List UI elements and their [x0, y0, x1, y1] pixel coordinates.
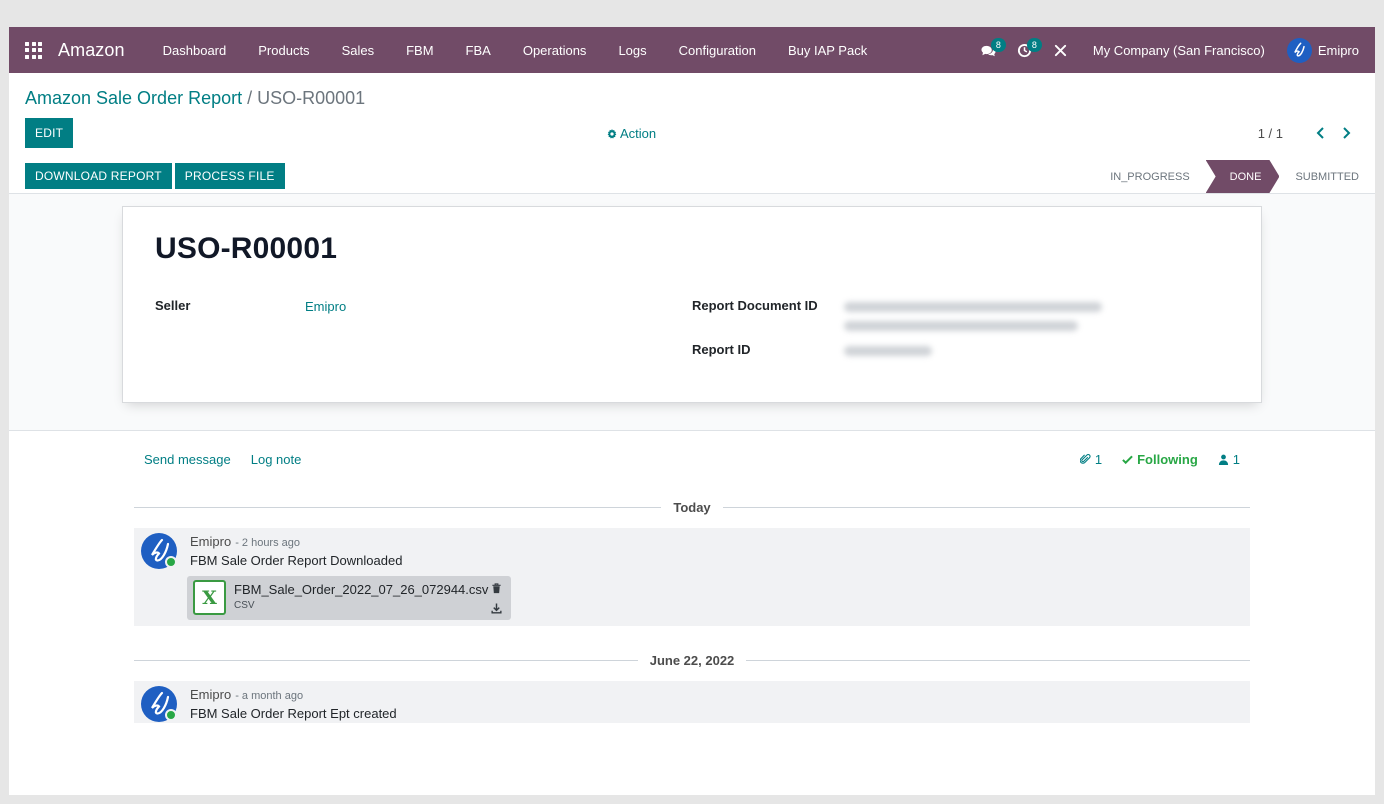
gear-icon — [607, 128, 617, 138]
report-document-id-value-redacted — [844, 302, 1102, 312]
form-sheet-background: USO-R00001 Seller Emipro Report Document… — [9, 194, 1375, 431]
user-avatar — [1286, 37, 1312, 63]
chatter-topbar-right: 1 Following 1 — [1079, 452, 1240, 467]
breadcrumb: Amazon Sale Order Report / USO-R00001 — [25, 88, 365, 109]
form-statusbar: DOWNLOAD REPORT PROCESS FILE IN_PROGRESS… — [9, 160, 1375, 194]
attachments-button[interactable]: 1 — [1079, 452, 1103, 467]
app-window: Amazon Dashboard Products Sales FBM FBA … — [9, 27, 1375, 795]
menu-item-logs[interactable]: Logs — [602, 27, 662, 73]
message-author: Emipro - a month ago — [190, 687, 303, 702]
form-sheet: USO-R00001 Seller Emipro Report Document… — [122, 206, 1262, 403]
download-report-button[interactable]: DOWNLOAD REPORT — [25, 163, 172, 189]
tools-icon — [1055, 44, 1067, 56]
menu-item-buy-iap-pack[interactable]: Buy IAP Pack — [772, 27, 883, 73]
message-author-name[interactable]: Emipro — [190, 687, 231, 702]
report-document-id-label: Report Document ID — [692, 298, 818, 313]
report-document-id-value-redacted-line2 — [844, 321, 1078, 331]
messages-count-badge: 8 — [990, 38, 1006, 52]
message-body: FBM Sale Order Report Ept created — [190, 706, 397, 721]
menu-item-configuration[interactable]: Configuration — [663, 27, 772, 73]
process-file-button[interactable]: PROCESS FILE — [174, 163, 285, 189]
seller-value-link[interactable]: Emipro — [305, 299, 346, 314]
app-brand[interactable]: Amazon — [58, 40, 125, 61]
log-note-button[interactable]: Log note — [251, 452, 302, 467]
apps-grid-icon[interactable] — [25, 41, 42, 59]
user-menu[interactable]: Emipro — [1286, 37, 1375, 63]
chatter-message: Emipro - 2 hours ago FBM Sale Order Repor… — [134, 528, 1250, 626]
activities-button[interactable]: 8 — [1007, 27, 1043, 73]
emipro-logo-icon — [1294, 42, 1306, 57]
following-label: Following — [1137, 452, 1198, 467]
seller-label: Seller — [155, 298, 191, 313]
attachment-card[interactable]: X FBM_Sale_Order_2022_07_26_072944.csv c… — [187, 576, 511, 620]
send-message-button[interactable]: Send message — [144, 452, 231, 467]
menu-item-sales[interactable]: Sales — [326, 27, 391, 73]
following-button[interactable]: Following — [1122, 452, 1198, 467]
statusbar-buttons: DOWNLOAD REPORT PROCESS FILE — [25, 163, 285, 189]
paperclip-icon — [1079, 454, 1091, 464]
chatter-message: Emipro - a month ago FBM Sale Order Repor… — [134, 681, 1250, 723]
stage-submitted[interactable]: SUBMITTED — [1279, 160, 1375, 193]
online-status-indicator — [165, 709, 177, 721]
date-divider-label: June 22, 2022 — [649, 652, 735, 668]
menu-item-dashboard[interactable]: Dashboard — [147, 27, 243, 73]
breadcrumb-parent[interactable]: Amazon Sale Order Report — [25, 88, 242, 109]
breadcrumb-current: USO-R00001 — [257, 88, 366, 108]
user-name: Emipro — [1317, 42, 1359, 58]
attachments-count: 1 — [1094, 452, 1103, 467]
navbar-systray: 8 8 My Company (San Francisco) Emipro — [971, 27, 1375, 73]
date-divider: Today — [134, 497, 1251, 517]
menu-item-fba[interactable]: FBA — [450, 27, 507, 73]
attachment-filename: FBM_Sale_Order_2022_07_26_072944.csv — [234, 582, 489, 597]
action-menu[interactable]: Action — [607, 126, 656, 141]
message-date: - a month ago — [235, 690, 304, 702]
pager-value[interactable]: 1 / 1 — [1258, 126, 1283, 141]
report-id-value-redacted — [844, 346, 932, 356]
stage-in-progress[interactable]: IN_PROGRESS — [1094, 160, 1205, 193]
attachment-download-button[interactable] — [490, 602, 502, 614]
main-menu: Dashboard Products Sales FBM FBA Operati… — [147, 27, 884, 73]
spreadsheet-file-icon: X — [193, 580, 226, 615]
check-icon — [1122, 455, 1133, 465]
action-label: Action — [620, 126, 657, 141]
messages-button[interactable]: 8 — [971, 27, 1007, 73]
chevron-right-icon — [1342, 127, 1350, 139]
pager-previous-button[interactable] — [1309, 124, 1331, 142]
chatter-topbar: Send message Log note — [144, 452, 301, 467]
followers-button[interactable]: 1 — [1218, 452, 1240, 467]
date-divider: June 22, 2022 — [134, 650, 1250, 670]
activities-count-badge: 8 — [1026, 38, 1042, 52]
message-date: - 2 hours ago — [235, 537, 301, 549]
company-switcher[interactable]: My Company (San Francisco) — [1079, 43, 1287, 58]
stage-done[interactable]: DONE — [1206, 160, 1280, 193]
date-divider-label: Today — [673, 499, 711, 515]
record-title: USO-R00001 — [155, 232, 338, 265]
chatter: Send message Log note 1 Following 1 Toda… — [9, 431, 1375, 795]
message-author: Emipro - 2 hours ago — [190, 534, 300, 549]
download-icon — [490, 602, 502, 614]
debug-tools-button[interactable] — [1043, 27, 1079, 73]
menu-item-fbm[interactable]: FBM — [390, 27, 449, 73]
edit-button[interactable]: EDIT — [25, 118, 74, 148]
trash-icon — [491, 582, 501, 593]
report-id-label: Report ID — [692, 342, 751, 357]
status-stages: IN_PROGRESS DONE SUBMITTED — [1094, 160, 1375, 193]
chevron-left-icon — [1316, 127, 1324, 139]
attachment-delete-button[interactable] — [490, 582, 502, 594]
top-navbar: Amazon Dashboard Products Sales FBM FBA … — [9, 27, 1375, 73]
attachment-extension: csv — [234, 600, 255, 611]
pager-next-button[interactable] — [1335, 124, 1357, 142]
record-pager: 1 / 1 — [1258, 124, 1357, 142]
message-body: FBM Sale Order Report Downloaded — [190, 553, 403, 568]
message-author-name[interactable]: Emipro — [190, 534, 231, 549]
menu-item-products[interactable]: Products — [242, 27, 325, 73]
menu-item-operations[interactable]: Operations — [507, 27, 603, 73]
followers-count: 1 — [1232, 452, 1240, 467]
online-status-indicator — [165, 556, 177, 568]
breadcrumb-separator: / — [247, 88, 253, 108]
user-icon — [1218, 454, 1228, 465]
